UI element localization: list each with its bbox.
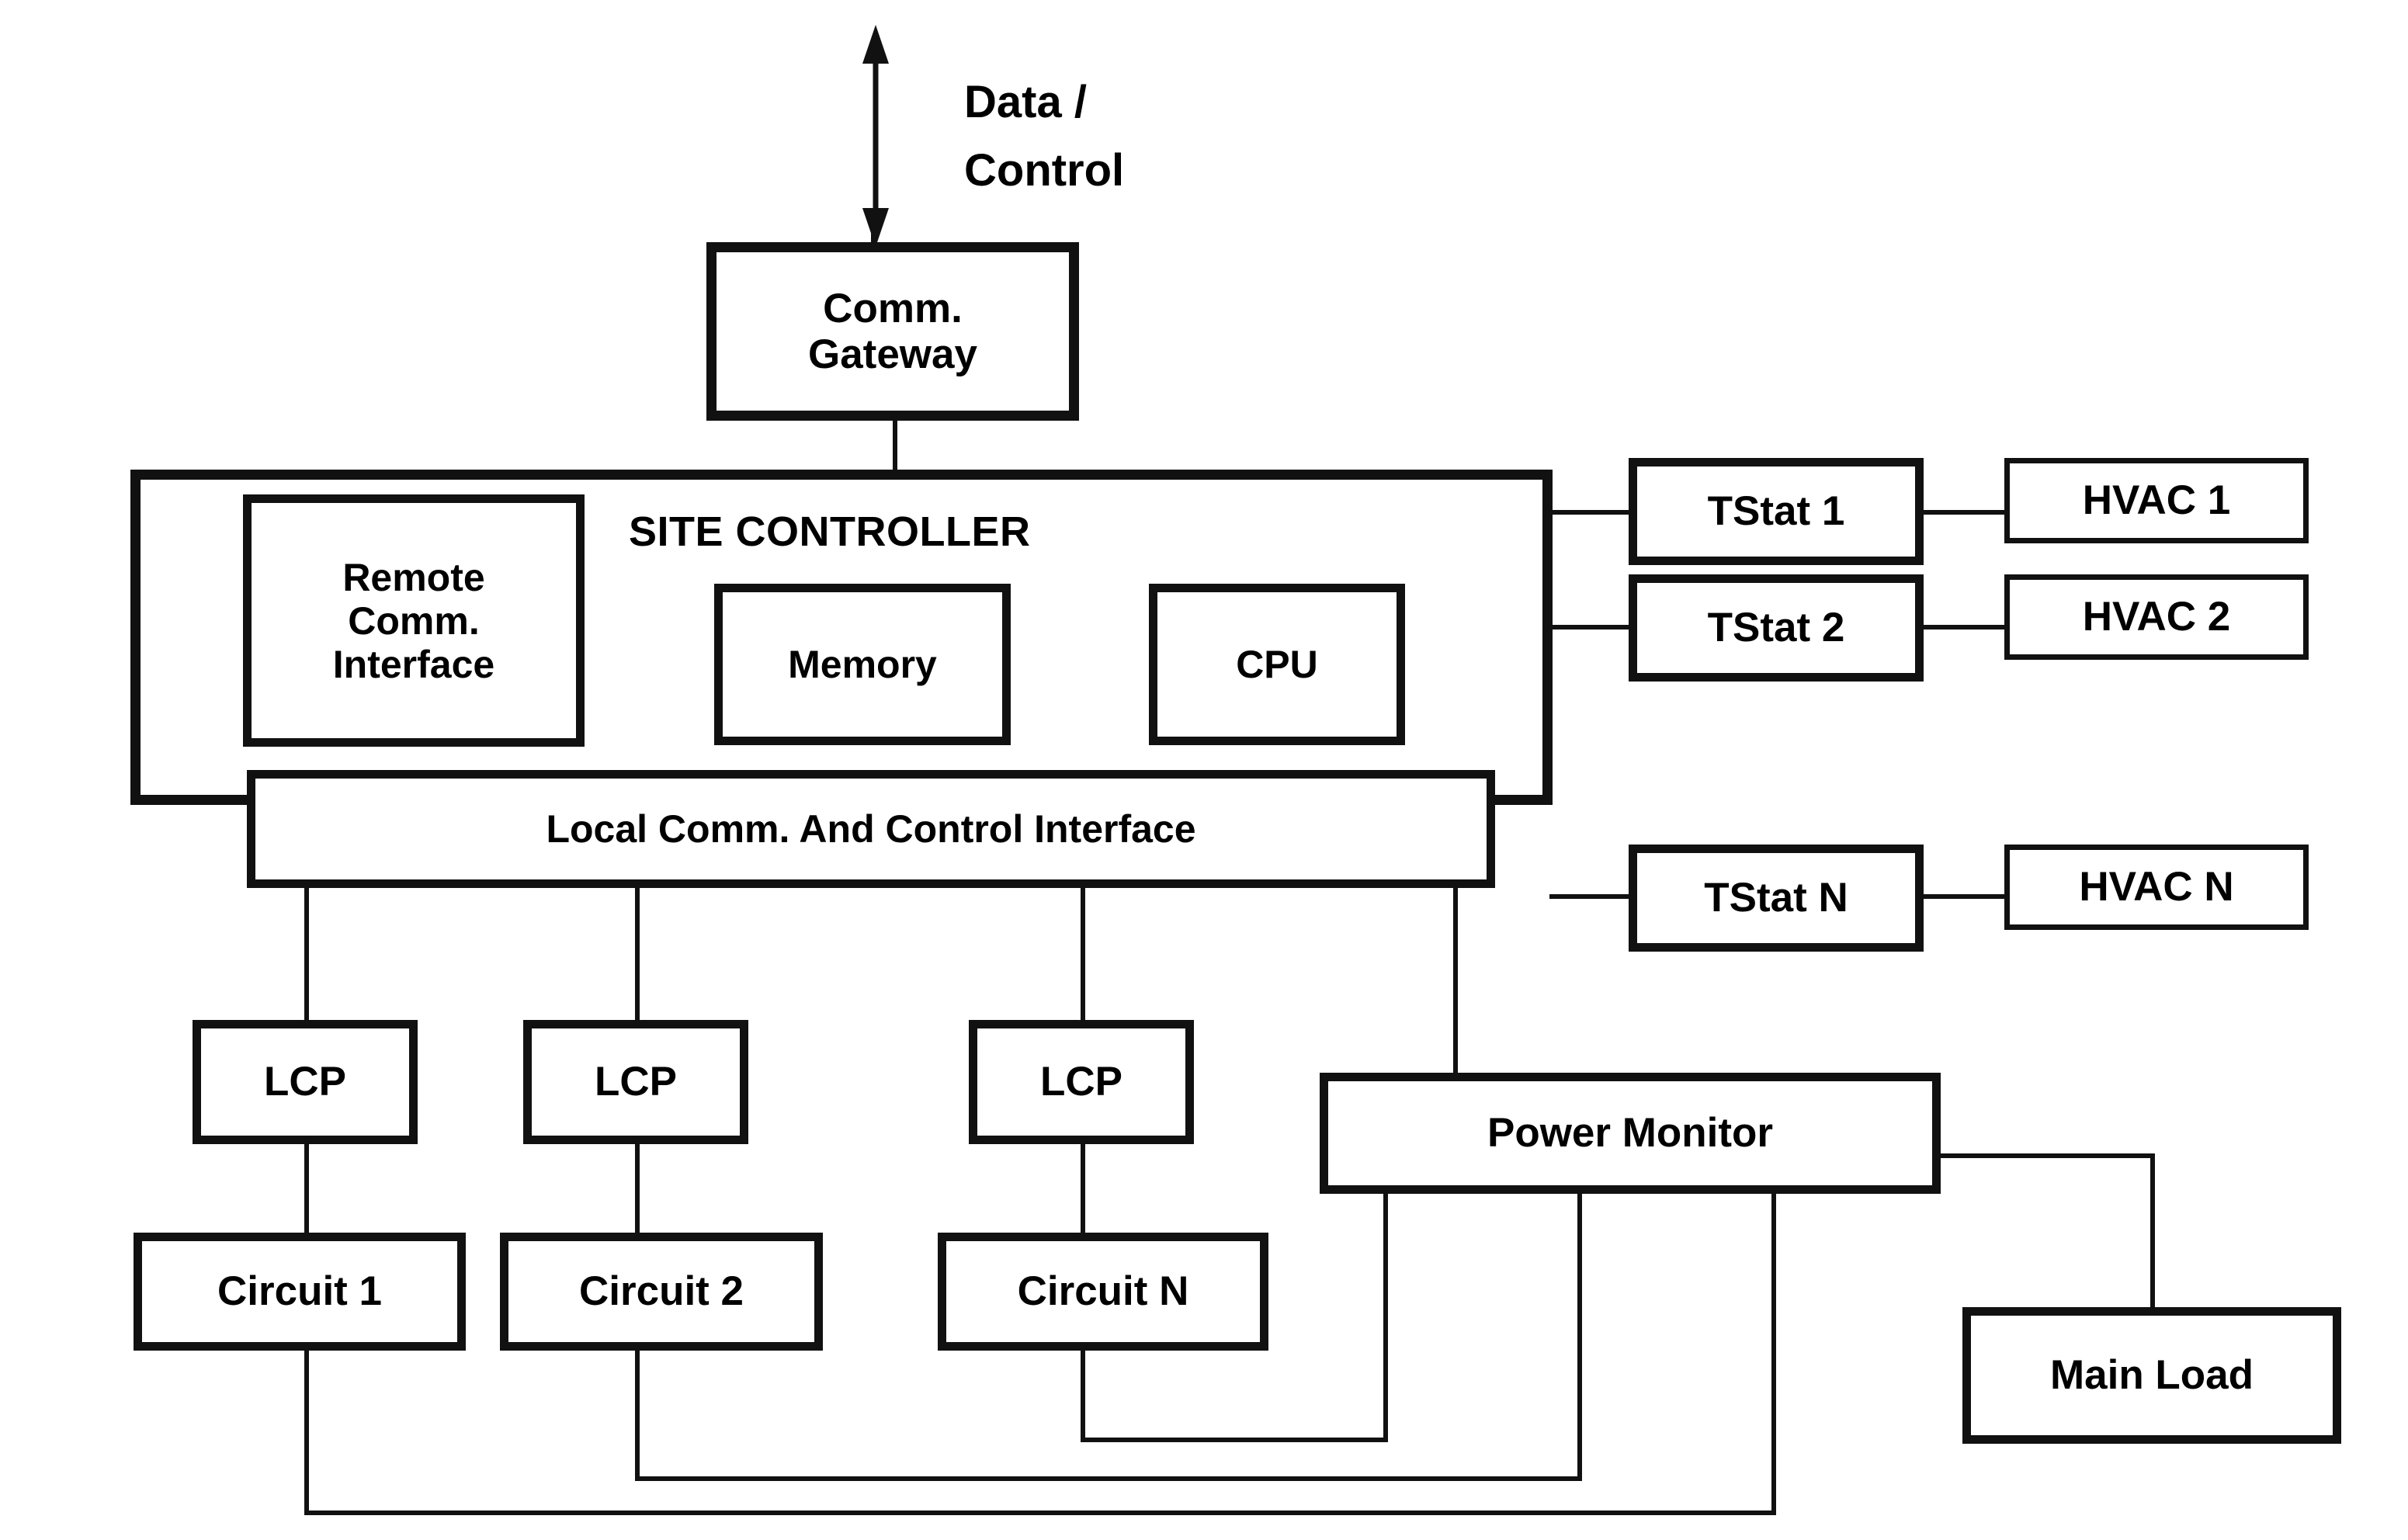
tstat-n-label: TStat N: [1704, 875, 1848, 921]
circuit-1-box[interactable]: Circuit 1: [134, 1233, 466, 1351]
circuit2-sense-rise: [1577, 1194, 1582, 1481]
main-load-label: Main Load: [2049, 1352, 2254, 1399]
comm-gateway-box[interactable]: Comm. Gateway: [706, 242, 1079, 421]
lcp-3-label: LCP: [1040, 1059, 1122, 1105]
lcp2-to-circuit2-line: [635, 1141, 640, 1236]
remote-comm-interface-line3: Interface: [332, 642, 495, 686]
remote-comm-interface-line2: Comm.: [348, 598, 480, 643]
controller-to-tstat1-line: [1549, 510, 1633, 515]
tstatn-to-hvacn-line: [1917, 894, 2009, 899]
tstat-vertical-ellipsis-icon: [1737, 687, 1761, 834]
memory-label: Memory: [788, 643, 937, 686]
hvac-n-label: HVAC N: [2079, 864, 2234, 910]
lcp-1-label: LCP: [264, 1059, 346, 1105]
tstat-2-box[interactable]: TStat 2: [1629, 574, 1924, 682]
tstat2-to-hvac2-line: [1917, 625, 2009, 630]
data-control-arrow-icon: [862, 25, 889, 247]
circuit1-sense-run: [304, 1511, 1776, 1515]
data-control-label-line2: Control: [964, 145, 1125, 196]
tstat-2-label: TStat 2: [1707, 605, 1845, 651]
data-control-label-line1: Data /: [964, 77, 1087, 127]
hvac-n-box[interactable]: HVAC N: [2004, 845, 2309, 930]
hvac-1-label: HVAC 1: [2082, 477, 2231, 524]
circuit-n-label: Circuit N: [1017, 1268, 1189, 1315]
power-monitor-to-main-load-v: [2150, 1153, 2155, 1310]
lcp-2-label: LCP: [595, 1059, 677, 1105]
circuit-2-label: Circuit 2: [578, 1268, 744, 1315]
tstat-1-box[interactable]: TStat 1: [1629, 458, 1924, 565]
main-load-box[interactable]: Main Load: [1962, 1307, 2341, 1444]
hvac-2-label: HVAC 2: [2082, 594, 2231, 640]
cpu-label: CPU: [1236, 643, 1318, 686]
lcp-1-box[interactable]: LCP: [193, 1020, 418, 1144]
power-monitor-box[interactable]: Power Monitor: [1320, 1073, 1941, 1194]
comm-gateway-label-line2: Gateway: [807, 331, 977, 377]
hvac-1-box[interactable]: HVAC 1: [2004, 458, 2309, 543]
block-diagram-canvas: Data / Control Comm. Gateway SITE CONTRO…: [0, 0, 2408, 1540]
circuitn-sense-drop: [1081, 1349, 1085, 1442]
remote-comm-interface-box[interactable]: Remote Comm. Interface: [243, 494, 585, 747]
hvac-2-box[interactable]: HVAC 2: [2004, 574, 2309, 660]
memory-box[interactable]: Memory: [714, 584, 1011, 745]
local-comm-control-interface-label: Local Comm. And Control Interface: [546, 807, 1196, 851]
lcp3-to-circuitn-line: [1081, 1141, 1085, 1236]
circuit1-sense-drop: [304, 1349, 309, 1515]
site-controller-title: SITE CONTROLLER: [629, 508, 1031, 555]
controller-to-tstatn-line: [1549, 894, 1633, 899]
circuit-1-label: Circuit 1: [217, 1268, 383, 1315]
circuit-n-box[interactable]: Circuit N: [938, 1233, 1268, 1351]
circuit1-sense-rise: [1771, 1194, 1776, 1515]
lcp-2-box[interactable]: LCP: [523, 1020, 748, 1144]
tstat-n-box[interactable]: TStat N: [1629, 845, 1924, 952]
cpu-box[interactable]: CPU: [1149, 584, 1405, 745]
power-monitor-to-main-load-h1: [1939, 1153, 2155, 1158]
controller-to-tstat2-line: [1549, 625, 1633, 630]
gateway-to-controller-line: [893, 421, 897, 472]
lcp-3-box[interactable]: LCP: [969, 1020, 1194, 1144]
circuitn-sense-rise: [1383, 1194, 1388, 1442]
comm-gateway-label-line1: Comm.: [823, 285, 963, 331]
local-comm-control-interface-box[interactable]: Local Comm. And Control Interface: [247, 770, 1495, 888]
power-monitor-label: Power Monitor: [1487, 1110, 1774, 1157]
remote-comm-interface-line1: Remote: [342, 555, 485, 599]
circuit2-sense-run: [635, 1476, 1582, 1481]
tstat1-to-hvac1-line: [1917, 510, 2009, 515]
lcp1-to-circuit1-line: [304, 1141, 309, 1236]
circuit-horizontal-ellipsis-icon: [837, 1273, 938, 1310]
circuit2-sense-drop: [635, 1349, 640, 1481]
circuit-2-box[interactable]: Circuit 2: [500, 1233, 823, 1351]
circuitn-sense-run: [1081, 1438, 1388, 1442]
tstat-1-label: TStat 1: [1707, 488, 1845, 535]
